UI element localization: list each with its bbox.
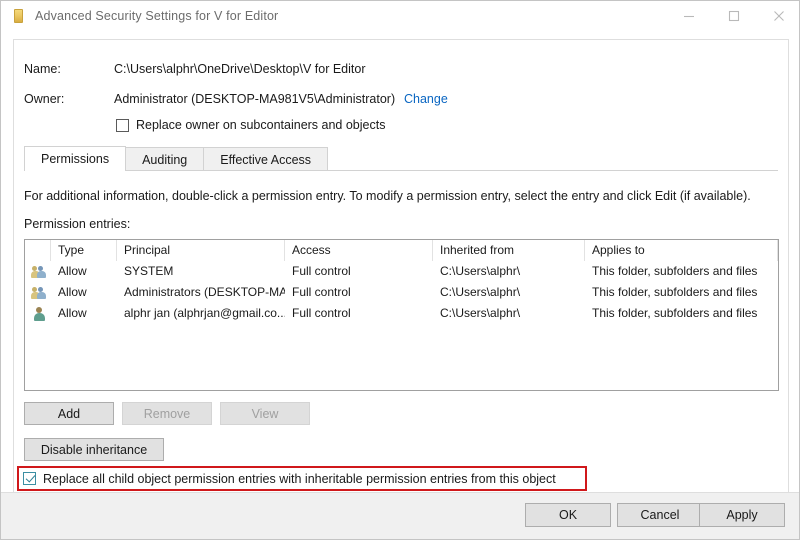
cancel-button[interactable]: Cancel — [617, 503, 703, 527]
window-controls — [666, 1, 800, 31]
row-principal: alphr jan (alphrjan@gmail.co... — [117, 303, 285, 324]
ok-button[interactable]: OK — [525, 503, 611, 527]
dialog-footer: OK Cancel Apply — [1, 492, 799, 539]
group-icon — [32, 264, 48, 279]
tab-effective-access-label: Effective Access — [220, 153, 311, 167]
header-access: Access — [285, 240, 433, 261]
row-type: Allow — [51, 303, 117, 324]
row-inherited-from: C:\Users\alphr\ — [433, 303, 585, 324]
row-type: Allow — [51, 261, 117, 282]
header-icon-spacer — [25, 240, 51, 261]
row-type: Allow — [51, 282, 117, 303]
row-access: Full control — [285, 303, 433, 324]
advanced-security-settings-window: Advanced Security Settings for V for Edi… — [0, 0, 800, 540]
tab-effective-access[interactable]: Effective Access — [203, 147, 328, 171]
row-applies-to: This folder, subfolders and files — [585, 282, 778, 303]
row-principal: Administrators (DESKTOP-MA... — [117, 282, 285, 303]
change-owner-link[interactable]: Change — [404, 92, 448, 106]
user-icon — [32, 306, 48, 321]
apply-button[interactable]: Apply — [699, 503, 785, 527]
header-principal: Principal — [117, 240, 285, 261]
table-header-row: Type Principal Access Inherited from App… — [25, 240, 778, 261]
maximize-icon[interactable] — [711, 1, 756, 31]
replace-all-checkbox[interactable] — [23, 472, 36, 485]
window-title: Advanced Security Settings for V for Edi… — [35, 9, 278, 23]
disable-inheritance-button[interactable]: Disable inheritance — [24, 438, 164, 461]
replace-owner-label: Replace owner on subcontainers and objec… — [136, 118, 385, 132]
replace-owner-checkbox-row[interactable]: Replace owner on subcontainers and objec… — [116, 118, 385, 132]
table-row[interactable]: Allow alphr jan (alphrjan@gmail.co... Fu… — [25, 303, 778, 324]
info-text: For additional information, double-click… — [24, 189, 751, 203]
table-row[interactable]: Allow SYSTEM Full control C:\Users\alphr… — [25, 261, 778, 282]
owner-value: Administrator (DESKTOP-MA981V5\Administr… — [114, 92, 395, 106]
folder-icon — [11, 8, 27, 24]
permission-entries-list[interactable]: Type Principal Access Inherited from App… — [24, 239, 779, 391]
tab-permissions-label: Permissions — [41, 152, 109, 166]
tab-strip: Permissions Auditing Effective Access — [24, 146, 778, 171]
tab-auditing[interactable]: Auditing — [125, 147, 204, 171]
row-access: Full control — [285, 261, 433, 282]
replace-all-checkbox-row[interactable]: Replace all child object permission entr… — [23, 470, 556, 487]
row-applies-to: This folder, subfolders and files — [585, 303, 778, 324]
replace-all-label: Replace all child object permission entr… — [43, 472, 556, 486]
row-inherited-from: C:\Users\alphr\ — [433, 282, 585, 303]
header-type: Type — [51, 240, 117, 261]
header-applies-to: Applies to — [585, 240, 778, 261]
tab-permissions[interactable]: Permissions — [24, 146, 126, 171]
replace-owner-checkbox[interactable] — [116, 119, 129, 132]
row-applies-to: This folder, subfolders and files — [585, 261, 778, 282]
minimize-icon[interactable] — [666, 1, 711, 31]
name-label: Name: — [24, 62, 61, 76]
owner-label: Owner: — [24, 92, 64, 106]
title-bar: Advanced Security Settings for V for Edi… — [1, 1, 800, 31]
group-icon — [32, 285, 48, 300]
close-icon[interactable] — [756, 1, 800, 31]
add-button[interactable]: Add — [24, 402, 114, 425]
view-button: View — [220, 402, 310, 425]
name-value: C:\Users\alphr\OneDrive\Desktop\V for Ed… — [114, 62, 365, 76]
table-row[interactable]: Allow Administrators (DESKTOP-MA... Full… — [25, 282, 778, 303]
header-inherited-from: Inherited from — [433, 240, 585, 261]
main-panel: Name: C:\Users\alphr\OneDrive\Desktop\V … — [13, 39, 789, 494]
row-access: Full control — [285, 282, 433, 303]
row-principal: SYSTEM — [117, 261, 285, 282]
row-inherited-from: C:\Users\alphr\ — [433, 261, 585, 282]
tab-auditing-label: Auditing — [142, 153, 187, 167]
remove-button: Remove — [122, 402, 212, 425]
permission-entries-label: Permission entries: — [24, 217, 130, 231]
